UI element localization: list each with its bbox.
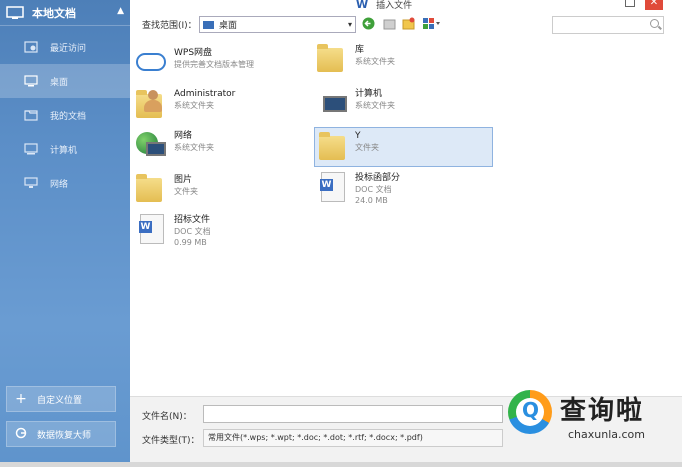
window-title: W 插入文件 (356, 0, 412, 11)
doc-icon: W (315, 170, 349, 204)
filename-field[interactable] (203, 405, 503, 423)
file-name: 招标文件 (174, 215, 211, 225)
custom-location-label: 自定义位置 (37, 395, 83, 406)
desktop-icon (203, 20, 214, 29)
plus-icon: + (15, 391, 27, 407)
folder-icon (134, 172, 168, 206)
lookin-value: 桌面 (219, 21, 238, 31)
filetype-select[interactable]: 常用文件(*.wps; *.wpt; *.doc; *.dot; *.rtf; … (203, 429, 503, 447)
file-name: 投标函部分 (355, 173, 401, 183)
close-button[interactable]: ✕ (645, 0, 663, 10)
lookin-label: 查找范围(I)： (142, 21, 197, 31)
file-name: Administrator (174, 89, 236, 99)
file-name: 网络 (174, 131, 193, 141)
file-item-network[interactable]: 网络 系统文件夹 (134, 128, 304, 164)
sidebar-item-label: 最近访问 (50, 43, 87, 54)
watermark-text: 查询啦 (560, 396, 645, 426)
file-item-tender[interactable]: W 招标文件 DOC 文档 0.99 MB (134, 212, 304, 252)
sidebar-item-computer[interactable]: 计算机 (0, 132, 130, 166)
file-type: 文件夹 (174, 187, 198, 196)
file-name: 库 (355, 45, 365, 55)
sidebar-item-desktop[interactable]: 桌面 (0, 64, 130, 98)
up-folder-icon[interactable] (383, 17, 396, 30)
view-menu-icon[interactable] (422, 17, 442, 30)
sidebar: 本地文档 ▲ 最近访问 桌面 我的文档 计算机 网络 + 自定义位置 数据恢复大… (0, 0, 130, 462)
file-item-wps-cloud[interactable]: WPS网盘 提供完善文档版本管理 (134, 45, 304, 79)
sidebar-item-label: 网络 (50, 179, 69, 190)
custom-location-button[interactable]: + 自定义位置 (6, 386, 116, 412)
search-icon (650, 19, 659, 28)
sidebar-item-label: 计算机 (50, 145, 78, 156)
file-type: 系统文件夹 (355, 101, 395, 110)
sidebar-item-label: 桌面 (50, 77, 69, 88)
recovery-icon (15, 427, 27, 441)
wps-logo-icon: W (356, 0, 369, 11)
sidebar-item-label: 我的文档 (50, 111, 87, 122)
documents-icon (24, 109, 38, 121)
chevron-up-icon[interactable]: ▲ (117, 6, 124, 16)
cloud-icon (134, 45, 168, 79)
user-folder-icon (134, 86, 168, 120)
watermark-q: Q (522, 398, 540, 422)
filename-label: 文件名(N)： (142, 412, 192, 422)
network-icon (24, 177, 38, 189)
file-size: 0.99 MB (174, 238, 207, 247)
computer-icon (6, 5, 24, 20)
maximize-button[interactable] (625, 0, 635, 7)
file-size: 24.0 MB (355, 196, 388, 205)
window-title-text: 插入文件 (376, 1, 413, 11)
file-name: 图片 (174, 175, 193, 185)
file-item-administrator[interactable]: Administrator 系统文件夹 (134, 86, 304, 122)
computer-icon (315, 86, 349, 120)
search-input[interactable] (552, 16, 664, 34)
file-item-bid-letter[interactable]: W 投标函部分 DOC 文档 24.0 MB (315, 170, 485, 210)
file-item-computer[interactable]: 计算机 系统文件夹 (315, 86, 485, 122)
file-item-y[interactable]: Y 文件夹 (314, 127, 493, 167)
sidebar-item-documents[interactable]: 我的文档 (0, 98, 130, 132)
file-item-pictures[interactable]: 图片 文件夹 (134, 172, 304, 208)
desktop-icon (24, 75, 38, 87)
file-name: 计算机 (355, 89, 383, 99)
computer-icon (24, 143, 38, 155)
back-icon[interactable] (362, 17, 375, 30)
network-icon (134, 128, 168, 162)
sidebar-item-network[interactable]: 网络 (0, 166, 130, 200)
file-item-library[interactable]: 库 系统文件夹 (315, 42, 485, 78)
bottom-strip (0, 462, 682, 467)
lookin-select[interactable]: 桌面 ▾ (199, 16, 356, 33)
data-recovery-button[interactable]: 数据恢复大师 (6, 421, 116, 447)
data-recovery-label: 数据恢复大师 (37, 430, 92, 441)
file-type: 提供完善文档版本管理 (174, 60, 254, 69)
file-name: Y (355, 131, 361, 141)
sidebar-item-recent[interactable]: 最近访问 (0, 30, 130, 64)
file-type: 系统文件夹 (355, 57, 395, 66)
file-type: 文件夹 (355, 143, 379, 152)
folder-icon (315, 128, 349, 162)
doc-icon: W (134, 212, 168, 246)
sidebar-title: 本地文档 (32, 6, 76, 20)
watermark-url: chaxunla.com (568, 428, 645, 441)
filetype-label: 文件类型(T)： (142, 436, 200, 446)
file-type: 系统文件夹 (174, 143, 214, 152)
recent-icon (24, 41, 38, 53)
sidebar-header[interactable]: 本地文档 ▲ (0, 0, 130, 26)
file-type: DOC 文档 (355, 185, 392, 194)
library-folder-icon (315, 42, 349, 76)
file-type: DOC 文档 (174, 227, 211, 236)
new-folder-icon[interactable] (402, 17, 415, 30)
chevron-down-icon: ▾ (347, 20, 352, 29)
watermark: Q 查询啦 chaxunla.com (502, 380, 682, 446)
file-type: 系统文件夹 (174, 101, 214, 110)
file-name: WPS网盘 (174, 48, 213, 58)
